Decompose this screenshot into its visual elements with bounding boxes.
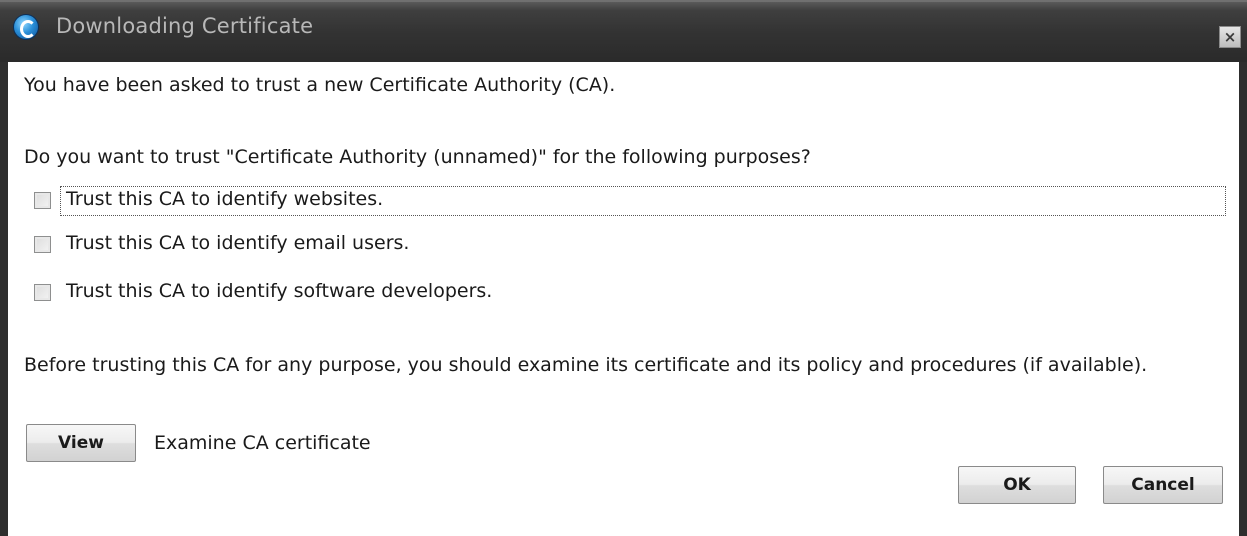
view-button[interactable]: View — [26, 424, 136, 462]
title-bar[interactable]: Downloading Certificate × — [0, 0, 1247, 62]
intro-text: You have been asked to trust a new Certi… — [24, 74, 616, 96]
close-icon: × — [1223, 28, 1237, 46]
checkbox-icon[interactable] — [34, 236, 51, 253]
checkbox-trust-software-developers[interactable]: Trust this CA to identify software devel… — [24, 280, 724, 310]
checkbox-trust-websites[interactable]: Trust this CA to identify websites. — [24, 188, 724, 218]
checkbox-label[interactable]: Trust this CA to identify websites. — [66, 188, 383, 210]
view-description: Examine CA certificate — [154, 432, 371, 454]
checkbox-label[interactable]: Trust this CA to identify email users. — [66, 232, 409, 254]
dialog-body: You have been asked to trust a new Certi… — [8, 62, 1239, 536]
checkbox-trust-email-users[interactable]: Trust this CA to identify email users. — [24, 232, 724, 262]
browser-icon — [14, 15, 38, 39]
trust-question: Do you want to trust "Certificate Author… — [24, 146, 811, 168]
advice-text: Before trusting this CA for any purpose,… — [24, 354, 1148, 376]
checkbox-icon[interactable] — [34, 192, 51, 209]
certificate-dialog-window: Downloading Certificate × You have been … — [0, 0, 1247, 536]
ok-button[interactable]: OK — [958, 466, 1076, 504]
cancel-button[interactable]: Cancel — [1103, 466, 1223, 504]
close-button[interactable]: × — [1219, 26, 1241, 48]
window-title: Downloading Certificate — [56, 14, 314, 38]
checkbox-icon[interactable] — [34, 284, 51, 301]
checkbox-label[interactable]: Trust this CA to identify software devel… — [66, 280, 492, 302]
